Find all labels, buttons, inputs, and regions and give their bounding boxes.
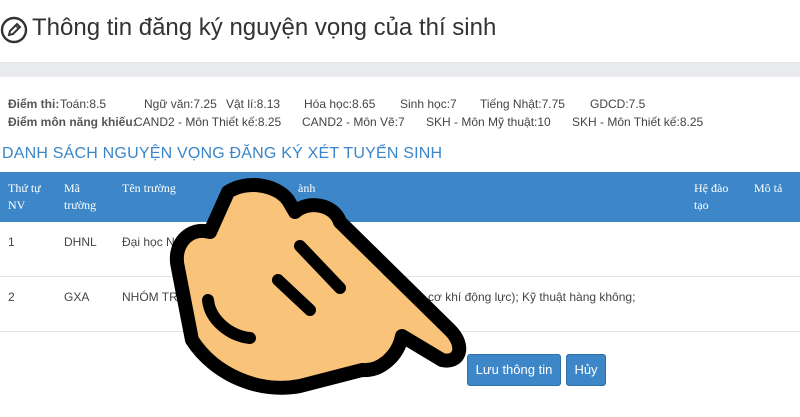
cell-description bbox=[746, 222, 800, 277]
col-header-system: Hệ đào tạo bbox=[686, 172, 746, 222]
wish-list-table: Thứ tự NV Mã trường Tên trường ành Hệ đà… bbox=[0, 172, 800, 332]
cell-order: 2 bbox=[0, 276, 56, 332]
cell-school-name: NHÓM TRƯ GX bbox=[114, 276, 290, 332]
cell-system bbox=[686, 222, 746, 277]
cell-school-name: Đại học Nông Lâm bbox=[114, 222, 290, 277]
cell-system bbox=[686, 276, 746, 332]
col-header-school-name: Tên trường bbox=[114, 172, 290, 222]
edit-icon bbox=[0, 16, 28, 44]
table-row[interactable]: 1 DHNL Đại học Nông Lâm hóa học bbox=[0, 222, 800, 277]
cell-major: khí chế tạo và cơ khí động lực); Kỹ thuậ… bbox=[290, 276, 686, 332]
talent-score: SKH - Môn Thiết kế:8.25 bbox=[572, 115, 704, 129]
exam-score: GDCD:7.5 bbox=[590, 97, 646, 111]
cancel-button[interactable]: Hủy bbox=[566, 354, 606, 386]
wish-list-title: DANH SÁCH NGUYỆN VỌNG ĐĂNG KÝ XÉT TUYỂN … bbox=[2, 145, 443, 162]
talent-score: CAND2 - Môn Vẽ:7 bbox=[302, 115, 405, 129]
cell-school-code: GXA bbox=[56, 276, 114, 332]
cell-major: hóa học bbox=[290, 222, 686, 277]
cell-description bbox=[746, 276, 800, 332]
col-header-order: Thứ tự NV bbox=[0, 172, 56, 222]
talent-score: SKH - Môn Mỹ thuật:10 bbox=[426, 115, 551, 129]
col-header-major: ành bbox=[290, 172, 686, 222]
header-divider bbox=[0, 63, 800, 77]
exam-scores-label: Điểm thi: bbox=[8, 97, 60, 111]
exam-score: Sinh học:7 bbox=[400, 97, 457, 111]
exam-score: Vật lí:8.13 bbox=[226, 97, 281, 111]
save-button[interactable]: Lưu thông tin bbox=[467, 354, 561, 386]
cell-school-code: DHNL bbox=[56, 222, 114, 277]
exam-score: Tiếng Nhật:7.75 bbox=[480, 97, 565, 111]
table-header-row: Thứ tự NV Mã trường Tên trường ành Hệ đà… bbox=[0, 172, 800, 222]
cell-order: 1 bbox=[0, 222, 56, 277]
table-row[interactable]: 2 GXA NHÓM TRƯ GX khí chế tạo và cơ khí … bbox=[0, 276, 800, 332]
talent-score: CAND2 - Môn Thiết kế:8.25 bbox=[134, 115, 282, 129]
col-header-school-code: Mã trường bbox=[56, 172, 114, 222]
page-title: Thông tin đăng ký nguyện vọng của thí si… bbox=[32, 14, 497, 41]
page-header: Thông tin đăng ký nguyện vọng của thí si… bbox=[0, 0, 800, 63]
col-header-description: Mô tả bbox=[746, 172, 800, 222]
exam-score: Toán:8.5 bbox=[60, 97, 107, 111]
exam-score: Hóa học:8.65 bbox=[304, 97, 376, 111]
talent-scores-label: Điểm môn năng khiếu: bbox=[8, 115, 137, 129]
exam-score: Ngữ văn:7.25 bbox=[144, 97, 217, 111]
